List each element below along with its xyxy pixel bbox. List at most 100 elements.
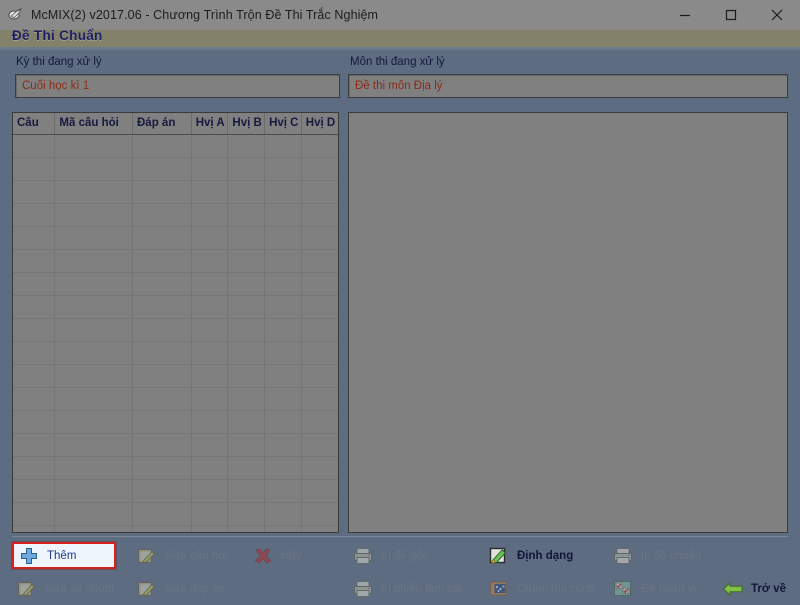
- table-cell[interactable]: [264, 249, 302, 273]
- table-cell[interactable]: [191, 272, 229, 296]
- maximize-icon[interactable]: [708, 0, 754, 30]
- table-cell[interactable]: [301, 249, 338, 273]
- table-cell[interactable]: [301, 180, 338, 204]
- sua-cau-hoi-button[interactable]: Sửa câu hỏi: [132, 542, 244, 569]
- table-cell[interactable]: [191, 134, 229, 158]
- table-cell[interactable]: [13, 157, 56, 181]
- table-cell[interactable]: [227, 479, 266, 503]
- table-cell[interactable]: [132, 456, 192, 480]
- table-cell[interactable]: [54, 134, 133, 158]
- column-header-6[interactable]: Hvị D: [301, 113, 338, 135]
- table-cell[interactable]: [301, 226, 338, 250]
- table-cell[interactable]: [54, 525, 133, 532]
- table-cell[interactable]: [301, 456, 338, 480]
- table-cell[interactable]: [191, 410, 229, 434]
- table-cell[interactable]: [227, 295, 266, 319]
- table-cell[interactable]: [191, 433, 229, 457]
- table-cell[interactable]: [227, 134, 266, 158]
- table-cell[interactable]: [191, 295, 229, 319]
- table-cell[interactable]: [227, 456, 266, 480]
- table-cell[interactable]: [191, 456, 229, 480]
- table-cell[interactable]: [301, 387, 338, 411]
- exam-session-field[interactable]: Cuối học kì 1: [15, 74, 340, 98]
- table-cell[interactable]: [54, 157, 133, 181]
- table-cell[interactable]: [191, 157, 229, 181]
- table-cell[interactable]: [13, 180, 56, 204]
- table-cell[interactable]: [301, 318, 338, 342]
- table-row[interactable]: [13, 295, 338, 319]
- de-hoan-vi-button[interactable]: Đề hoán vị: [608, 575, 716, 602]
- table-cell[interactable]: [132, 203, 192, 227]
- table-cell[interactable]: [301, 410, 338, 434]
- table-cell[interactable]: [227, 249, 266, 273]
- table-row[interactable]: [13, 364, 338, 388]
- table-row[interactable]: [13, 433, 338, 457]
- table-row[interactable]: [13, 157, 338, 181]
- table-cell[interactable]: [13, 226, 56, 250]
- table-cell[interactable]: [301, 364, 338, 388]
- table-cell[interactable]: [264, 525, 302, 532]
- table-cell[interactable]: [301, 272, 338, 296]
- table-row[interactable]: [13, 134, 338, 158]
- tro-ve-button[interactable]: Trở về: [718, 575, 796, 602]
- table-cell[interactable]: [13, 295, 56, 319]
- table-cell[interactable]: [13, 479, 56, 503]
- table-cell[interactable]: [227, 226, 266, 250]
- table-cell[interactable]: [227, 203, 266, 227]
- table-cell[interactable]: [54, 341, 133, 365]
- table-cell[interactable]: [227, 272, 266, 296]
- table-cell[interactable]: [191, 203, 229, 227]
- table-row[interactable]: [13, 249, 338, 273]
- table-cell[interactable]: [13, 364, 56, 388]
- table-cell[interactable]: [264, 410, 302, 434]
- table-cell[interactable]: [132, 433, 192, 457]
- table-cell[interactable]: [264, 226, 302, 250]
- table-cell[interactable]: [13, 410, 56, 434]
- table-cell[interactable]: [227, 318, 266, 342]
- table-cell[interactable]: [132, 157, 192, 181]
- table-cell[interactable]: [301, 341, 338, 365]
- minimize-icon[interactable]: [662, 0, 708, 30]
- table-cell[interactable]: [132, 249, 192, 273]
- table-cell[interactable]: [264, 272, 302, 296]
- table-row[interactable]: [13, 502, 338, 526]
- table-cell[interactable]: [191, 479, 229, 503]
- table-row[interactable]: [13, 410, 338, 434]
- table-cell[interactable]: [301, 295, 338, 319]
- table-cell[interactable]: [301, 525, 338, 532]
- table-cell[interactable]: [264, 295, 302, 319]
- table-cell[interactable]: [132, 502, 192, 526]
- table-cell[interactable]: [191, 180, 229, 204]
- table-cell[interactable]: [132, 318, 192, 342]
- table-cell[interactable]: [132, 180, 192, 204]
- table-row[interactable]: [13, 525, 338, 532]
- table-cell[interactable]: [54, 180, 133, 204]
- table-row[interactable]: [13, 272, 338, 296]
- table-cell[interactable]: [54, 387, 133, 411]
- table-cell[interactable]: [227, 525, 266, 532]
- table-row[interactable]: [13, 203, 338, 227]
- them-button[interactable]: Thêm: [12, 542, 116, 569]
- table-cell[interactable]: [227, 433, 266, 457]
- table-cell[interactable]: [54, 295, 133, 319]
- table-cell[interactable]: [13, 525, 56, 532]
- questions-grid[interactable]: Câu Mã câu hỏi Đáp án Hvị A Hvị B Hvị C Hvị D: [12, 112, 339, 533]
- sua-so-nhom-button[interactable]: Sửa số nhóm: [12, 575, 128, 602]
- table-cell[interactable]: [54, 272, 133, 296]
- table-cell[interactable]: [13, 272, 56, 296]
- table-cell[interactable]: [13, 134, 56, 158]
- table-cell[interactable]: [54, 203, 133, 227]
- table-row[interactable]: [13, 341, 338, 365]
- table-cell[interactable]: [13, 502, 56, 526]
- table-cell[interactable]: [227, 364, 266, 388]
- table-cell[interactable]: [264, 364, 302, 388]
- table-cell[interactable]: [191, 318, 229, 342]
- table-row[interactable]: [13, 456, 338, 480]
- table-cell[interactable]: [191, 341, 229, 365]
- column-header-2[interactable]: Đáp án: [132, 113, 192, 135]
- table-cell[interactable]: [132, 410, 192, 434]
- table-cell[interactable]: [264, 502, 302, 526]
- huy-button[interactable]: Hủy: [248, 542, 320, 569]
- table-cell[interactable]: [191, 226, 229, 250]
- table-cell[interactable]: [13, 341, 56, 365]
